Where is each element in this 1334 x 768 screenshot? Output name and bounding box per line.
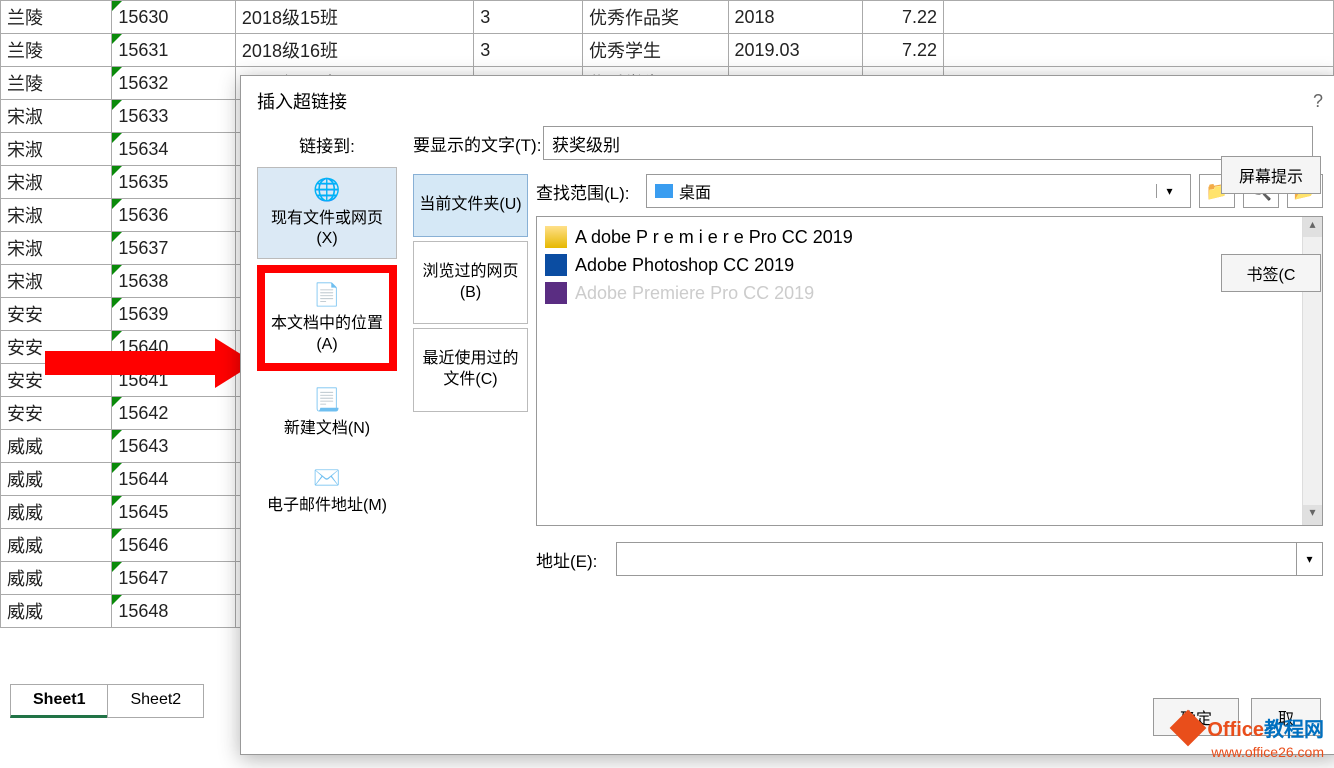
cell[interactable]: 兰陵 — [1, 1, 112, 34]
linkto-new-document[interactable]: 📃 新建文档(N) — [257, 377, 397, 448]
cell[interactable]: 15631 — [112, 34, 236, 67]
address-dropdown-icon[interactable]: ▾ — [1296, 543, 1322, 575]
cell[interactable]: 安安 — [1, 397, 112, 430]
cell[interactable]: 2018 — [728, 1, 862, 34]
cell[interactable]: 威威 — [1, 430, 112, 463]
address-input[interactable] — [617, 543, 1296, 575]
file-name: Adobe Photoshop CC 2019 — [575, 255, 794, 276]
cell[interactable]: 15639 — [112, 298, 236, 331]
list-item[interactable]: A dobe P r e m i e r e Pro CC 2019 — [541, 223, 1318, 251]
cell[interactable]: 15647 — [112, 562, 236, 595]
table-row[interactable]: 兰陵156312018级16班3优秀学生2019.037.22 — [1, 34, 1334, 67]
watermark-icon — [1170, 709, 1207, 746]
cell[interactable]: 威威 — [1, 496, 112, 529]
cell[interactable]: 15637 — [112, 232, 236, 265]
desktop-icon — [655, 184, 673, 198]
file-icon — [545, 226, 567, 248]
cell[interactable]: 2018级16班 — [235, 34, 473, 67]
bookmark-button[interactable]: 书签(C — [1221, 254, 1321, 292]
linkto-panel: 链接到: 🌐 现有文件或网页(X) 📄 本文档中的位置(A) 📃 新建文档(N)… — [257, 126, 397, 576]
cell[interactable]: 3 — [474, 34, 583, 67]
file-icon — [545, 254, 567, 276]
cell[interactable]: 15642 — [112, 397, 236, 430]
cell[interactable]: 7.22 — [862, 34, 943, 67]
cell[interactable]: 2018级15班 — [235, 1, 473, 34]
scroll-down-button[interactable]: ▾ — [1303, 505, 1322, 525]
linkto-existing-label: 现有文件或网页(X) — [271, 210, 383, 248]
cell[interactable]: 威威 — [1, 595, 112, 628]
file-list[interactable]: A dobe P r e m i e r e Pro CC 2019 Adobe … — [536, 216, 1323, 526]
lookin-value: 桌面 — [679, 179, 711, 203]
cell[interactable]: 宋淑 — [1, 166, 112, 199]
screentip-button[interactable]: 屏幕提示 — [1221, 156, 1321, 194]
cell[interactable] — [944, 1, 1334, 34]
cell[interactable]: 3 — [474, 1, 583, 34]
cell[interactable]: 宋淑 — [1, 199, 112, 232]
cell[interactable]: 威威 — [1, 463, 112, 496]
new-document-icon: 📃 — [262, 386, 392, 415]
linkto-place-in-doc[interactable]: 📄 本文档中的位置(A) — [257, 265, 397, 371]
cell[interactable]: 15645 — [112, 496, 236, 529]
cell[interactable]: 宋淑 — [1, 100, 112, 133]
watermark-url: www.office26.com — [1175, 744, 1324, 760]
insert-hyperlink-dialog: 插入超链接 ? 链接到: 🌐 现有文件或网页(X) 📄 本文档中的位置(A) 📃… — [240, 75, 1334, 755]
linkto-email[interactable]: ✉️ 电子邮件地址(M) — [257, 455, 397, 526]
cell[interactable]: 威威 — [1, 529, 112, 562]
cell[interactable]: 宋淑 — [1, 232, 112, 265]
cell[interactable]: 兰陵 — [1, 34, 112, 67]
lookin-label: 查找范围(L): — [536, 179, 646, 204]
subtab-current-folder[interactable]: 当前文件夹(U) — [413, 174, 528, 237]
linkto-place-label: 本文档中的位置(A) — [271, 315, 383, 353]
linkto-newdoc-label: 新建文档(N) — [284, 420, 370, 437]
cell[interactable]: 15646 — [112, 529, 236, 562]
cell[interactable]: 15636 — [112, 199, 236, 232]
cell[interactable]: 2019.03 — [728, 34, 862, 67]
subtab-recent-files[interactable]: 最近使用过的文件(C) — [413, 328, 528, 412]
watermark-brand: Office教程网 — [1207, 713, 1324, 742]
table-row[interactable]: 兰陵156302018级15班3优秀作品奖20187.22 — [1, 1, 1334, 34]
cell[interactable]: 15633 — [112, 100, 236, 133]
list-item[interactable]: Adobe Photoshop CC 2019 — [541, 251, 1318, 279]
tab-sheet1[interactable]: Sheet1 — [10, 684, 108, 718]
cell[interactable]: 15635 — [112, 166, 236, 199]
file-icon — [545, 282, 567, 304]
cell[interactable]: 宋淑 — [1, 133, 112, 166]
watermark: Office教程网 www.office26.com — [1175, 713, 1324, 760]
list-item[interactable]: Adobe Premiere Pro CC 2019 — [541, 279, 1318, 307]
email-icon: ✉️ — [262, 464, 392, 493]
cell[interactable]: 7.22 — [862, 1, 943, 34]
cell[interactable]: 15634 — [112, 133, 236, 166]
cell[interactable] — [944, 34, 1334, 67]
cell[interactable]: 兰陵 — [1, 67, 112, 100]
file-name: Adobe Premiere Pro CC 2019 — [575, 283, 814, 304]
cell[interactable]: 安安 — [1, 298, 112, 331]
sheet-tabs: Sheet1 Sheet2 — [10, 684, 203, 718]
lookin-combo[interactable]: 桌面 ▾ — [646, 174, 1191, 208]
file-name: A dobe P r e m i e r e Pro CC 2019 — [575, 227, 853, 248]
linkto-label: 链接到: — [257, 132, 397, 157]
cell[interactable]: 宋淑 — [1, 265, 112, 298]
cell[interactable]: 威威 — [1, 562, 112, 595]
chevron-down-icon[interactable]: ▾ — [1156, 184, 1182, 198]
cell[interactable]: 优秀学生 — [583, 34, 728, 67]
display-text-input[interactable] — [543, 126, 1313, 160]
annotation-arrow — [45, 338, 265, 388]
document-location-icon: 📄 — [269, 281, 385, 310]
cell[interactable]: 优秀作品奖 — [583, 1, 728, 34]
tab-sheet2[interactable]: Sheet2 — [107, 684, 204, 718]
subtab-browsed-pages[interactable]: 浏览过的网页(B) — [413, 241, 528, 325]
cell[interactable]: 15643 — [112, 430, 236, 463]
dialog-title: 插入超链接 — [257, 88, 347, 114]
cell[interactable]: 15632 — [112, 67, 236, 100]
help-button[interactable]: ? — [1313, 91, 1323, 112]
display-text-label: 要显示的文字(T): — [413, 131, 543, 156]
cell[interactable]: 15648 — [112, 595, 236, 628]
cell[interactable]: 15644 — [112, 463, 236, 496]
cell[interactable]: 15638 — [112, 265, 236, 298]
linkto-email-label: 电子邮件地址(M) — [267, 497, 387, 514]
globe-page-icon: 🌐 — [262, 176, 392, 205]
address-label: 地址(E): — [536, 547, 616, 572]
linkto-existing-file[interactable]: 🌐 现有文件或网页(X) — [257, 167, 397, 259]
cell[interactable]: 15630 — [112, 1, 236, 34]
